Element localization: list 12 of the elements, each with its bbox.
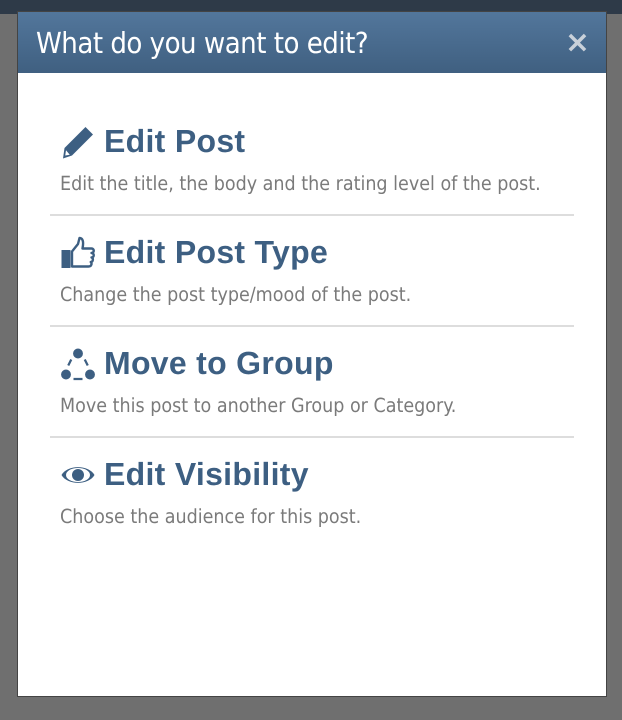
option-description: Change the post type/mood of the post. <box>60 282 412 308</box>
option-title[interactable]: Edit Post <box>104 123 246 160</box>
dialog-title: What do you want to edit? <box>36 26 368 60</box>
option-description: Edit the title, the body and the rating level of the post. <box>60 171 542 197</box>
option-title[interactable]: Edit Visibility <box>104 456 309 493</box>
option-title[interactable]: Edit Post Type <box>104 234 328 271</box>
option-description: Move this post to another Group or Category. <box>60 393 458 419</box>
group-icon <box>60 346 96 382</box>
close-button[interactable]: × <box>564 28 590 58</box>
option-title[interactable]: Move to Group <box>104 345 334 382</box>
option-description: Choose the audience for this post. <box>60 504 362 530</box>
thumbs-up-icon <box>60 234 96 270</box>
